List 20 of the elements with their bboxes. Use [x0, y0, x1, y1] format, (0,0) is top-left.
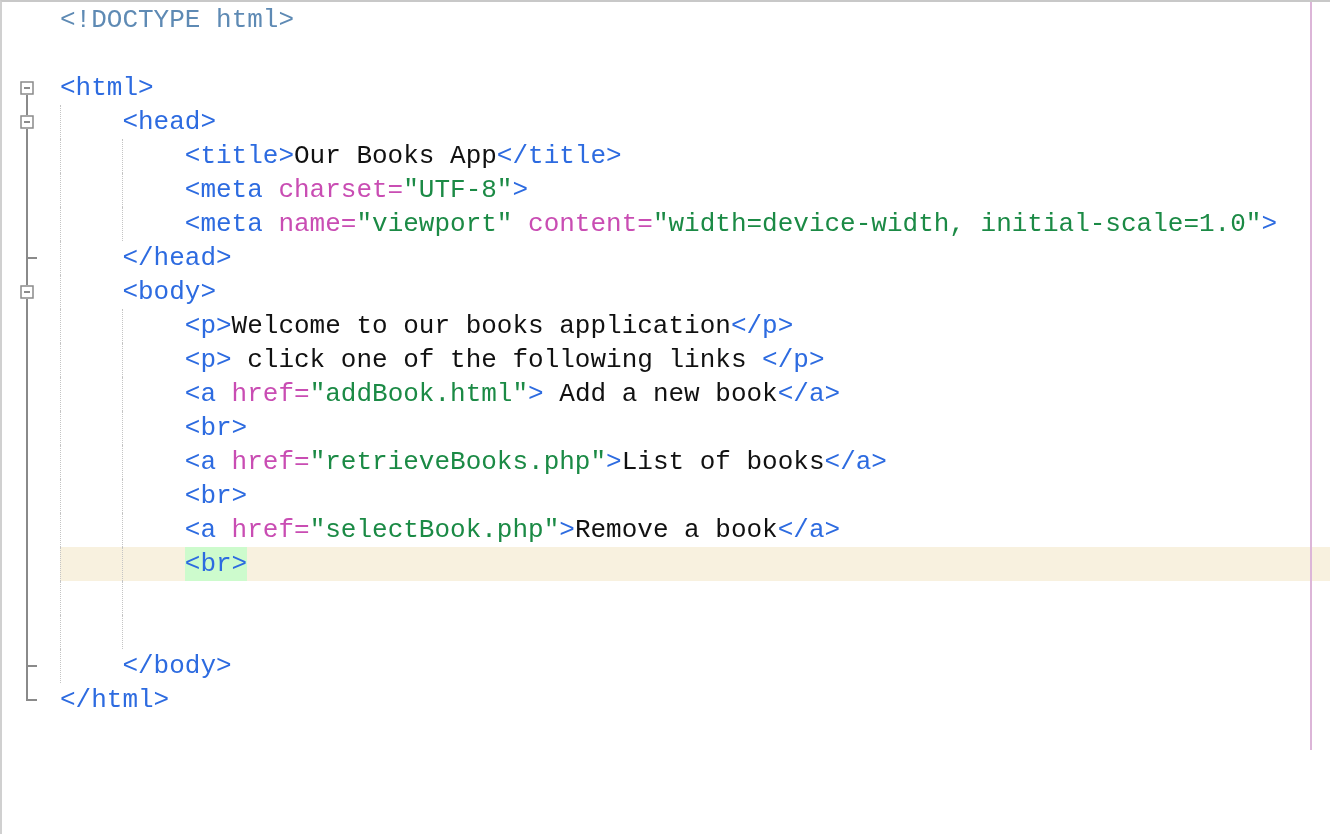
code-line: <a href="selectBook.php">Remove a book</a>: [184, 514, 841, 547]
code-line: <br>: [184, 480, 248, 513]
fold-toggle-icon[interactable]: [20, 285, 34, 299]
code-line: <br>: [184, 412, 248, 445]
code-line: </head>: [122, 242, 232, 275]
code-line: <p>Welcome to our books application</p>: [184, 310, 794, 343]
code-line: <!DOCTYPE html>: [60, 4, 295, 37]
code-line: </body>: [122, 650, 232, 683]
code-line: <meta name="viewport" content="width=device-width, initial-scale=1.0">: [184, 208, 1277, 241]
code-line: <title>Our Books App</title>: [184, 140, 622, 173]
code-line: <body>: [122, 276, 216, 309]
code-line: <a href="addBook.html"> Add a new book</a>: [184, 378, 841, 411]
code-line: <p> click one of the following links </p>: [184, 344, 825, 377]
code-line: <html>: [60, 72, 154, 105]
fold-toggle-icon[interactable]: [20, 115, 34, 129]
fold-toggle-icon[interactable]: [20, 81, 34, 95]
code-line: <meta charset="UTF-8">: [184, 174, 529, 207]
code-line: <a href="retrieveBooks.php">List of books</a>: [184, 446, 887, 479]
code-line: <head>: [122, 106, 216, 139]
code-line: </html>: [60, 684, 170, 717]
